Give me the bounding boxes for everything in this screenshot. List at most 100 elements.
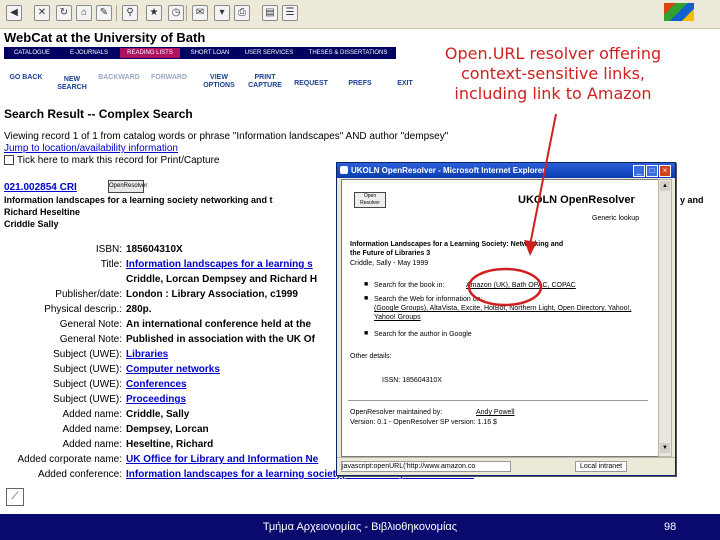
- status-url: javascript:openURL('http://www.amazon.co: [341, 461, 511, 472]
- record-field-label: General Note:: [59, 319, 122, 330]
- webcat-nav-bar: CATALOGUE E-JOURNALS READING LISTS SHORT…: [4, 47, 396, 59]
- discuss-icon[interactable]: ☰: [282, 5, 298, 21]
- record-author-line: Criddle Sally: [4, 219, 59, 229]
- nav-item-short-loan[interactable]: SHORT LOAN: [184, 48, 236, 58]
- close-icon[interactable]: ×: [659, 165, 671, 177]
- new-search-button[interactable]: NEW SEARCH: [52, 76, 92, 92]
- record-field-label: ISBN:: [95, 244, 122, 255]
- record-field-value: Dempsey, Lorcan: [126, 424, 209, 435]
- record-field-label: Physical descrip.:: [44, 304, 122, 315]
- openresolver-popup-window: UKOLN OpenResolver - Microsoft Internet …: [336, 162, 676, 476]
- record-field-value[interactable]: Computer networks: [126, 364, 220, 375]
- callout-line: including link to Amazon: [454, 84, 652, 103]
- edit-icon[interactable]: ✎: [96, 5, 112, 21]
- maintainer-link[interactable]: Andy Powell: [476, 408, 515, 417]
- record-field-label: Subject (UWE):: [53, 379, 122, 390]
- popup-title: UKOLN OpenResolver - Microsoft Internet …: [351, 166, 546, 175]
- prefs-button[interactable]: PREFS: [340, 80, 380, 88]
- bullet-text: Search for the book in:: [374, 282, 445, 289]
- record-title-line: Information landscapes for a learning so…: [4, 195, 273, 205]
- document-icon[interactable]: ▤: [262, 5, 278, 21]
- book-meta: Criddle, Sally - May 1999: [350, 260, 429, 267]
- other-details-label: Other details:: [350, 353, 392, 360]
- callout-line: Open.URL resolver offering: [444, 44, 662, 63]
- stop-icon[interactable]: ✕: [34, 5, 50, 21]
- popup-scrollbar[interactable]: ▲ ▼: [658, 179, 672, 457]
- record-field-value[interactable]: Proceedings: [126, 394, 186, 405]
- nav-item-theses[interactable]: THESES & DISSERTATIONS: [302, 48, 394, 58]
- record-field-value[interactable]: Information landscapes for a learning s: [126, 259, 313, 270]
- go-back-button[interactable]: GO BACK: [6, 74, 46, 82]
- record-field-value[interactable]: Libraries: [126, 349, 168, 360]
- record-field-value[interactable]: UK Office for Library and Information Ne: [126, 454, 318, 465]
- openresolver-button[interactable]: OpenResolver: [108, 180, 147, 193]
- web-search-links[interactable]: (Google Groups), AltaVista, Excite, HotB…: [374, 304, 644, 322]
- windows-logo-icon: [664, 3, 694, 21]
- record-field-value[interactable]: Conferences: [126, 379, 187, 390]
- bullet-text: Search the Web for information on:: [374, 296, 483, 303]
- nav-item-catalogue[interactable]: CATALOGUE: [6, 48, 58, 58]
- resize-icon: ⟋: [6, 488, 24, 506]
- bullet-icon: ■: [364, 295, 369, 302]
- record-title-line-right: y and: [680, 195, 704, 205]
- footer-text: Τμήμα Αρχειονομίας - Βιβλιοθηκονομίας: [262, 521, 458, 533]
- mail-icon[interactable]: ✉: [192, 5, 208, 21]
- record-field-label: Added name:: [62, 409, 123, 420]
- nav-item-user-services[interactable]: USER SERVICES: [240, 48, 298, 58]
- record-field-value: An international conference held at the: [126, 319, 312, 330]
- page-title: WebCat at the University of Bath: [4, 30, 206, 45]
- record-field-label: General Note:: [59, 334, 122, 345]
- nav-item-reading-lists[interactable]: READING LISTS: [120, 48, 180, 58]
- maximize-icon[interactable]: □: [646, 165, 658, 177]
- history-icon[interactable]: ◷: [168, 5, 184, 21]
- record-field-label: Subject (UWE):: [53, 364, 122, 375]
- search-icon[interactable]: ⚲: [122, 5, 138, 21]
- view-options-button[interactable]: VIEW OPTIONS: [196, 74, 242, 90]
- popup-content: Open Resolver UKOLN OpenResolver Generic…: [341, 179, 659, 457]
- print-capture-button[interactable]: PRINT CAPTURE: [244, 74, 286, 90]
- version-text: Version: 0.1 - OpenResolver SP version: …: [350, 419, 497, 426]
- mail-dropdown-icon[interactable]: ▾: [214, 5, 230, 21]
- maintained-by-label: OpenResolver maintained by:: [350, 409, 443, 416]
- refresh-icon[interactable]: ↻: [56, 5, 72, 21]
- backward-button[interactable]: BACKWARD: [96, 74, 142, 82]
- page-number: 98: [664, 521, 677, 533]
- record-id-link[interactable]: 021.002854 CRI: [4, 182, 77, 193]
- bullet-icon: ■: [364, 330, 369, 337]
- scroll-down-icon[interactable]: ▼: [660, 443, 670, 453]
- record-field-label: Added corporate name:: [17, 454, 122, 465]
- generic-lookup-link[interactable]: Generic lookup: [592, 214, 639, 223]
- minimize-icon[interactable]: _: [633, 165, 645, 177]
- bullet-icon: ■: [364, 281, 369, 288]
- favorites-icon[interactable]: ★: [146, 5, 162, 21]
- record-field-label: Subject (UWE):: [53, 394, 122, 405]
- forward-button[interactable]: FORWARD: [146, 74, 192, 82]
- callout-line: context-sensitive links,: [460, 64, 645, 83]
- request-button[interactable]: REQUEST: [288, 80, 334, 88]
- print-icon[interactable]: ⎙: [234, 5, 250, 21]
- divider: [348, 400, 648, 401]
- home-icon[interactable]: ⌂: [76, 5, 92, 21]
- browser-toolbar: ◀ ✕ ↻ ⌂ ✎ ⚲ ★ ◷ ✉ ▾ ⎙ ▤ ☰: [0, 0, 720, 29]
- record-field-value: Criddle, Sally: [126, 409, 190, 420]
- status-zone: Local intranet: [575, 461, 628, 472]
- search-result-heading: Search Result -- Complex Search: [4, 107, 193, 121]
- open-resolver-button[interactable]: Open Resolver: [354, 192, 386, 208]
- scroll-up-icon[interactable]: ▲: [660, 181, 670, 191]
- mark-record-checkbox[interactable]: [4, 155, 14, 166]
- book-title-line: Information Landscapes for a Learning So…: [350, 241, 564, 248]
- toolbar-separator: [116, 5, 117, 21]
- toolbar-separator: [186, 5, 187, 21]
- slide-footer: Τμήμα Αρχειονομίας - Βιβλιοθηκονομίας 98: [0, 514, 720, 540]
- book-title-line: the Future of Libraries 3: [350, 250, 431, 257]
- record-field-label: Added conference:: [38, 469, 122, 480]
- popup-titlebar[interactable]: UKOLN OpenResolver - Microsoft Internet …: [337, 163, 675, 178]
- back-icon[interactable]: ◀: [6, 5, 22, 21]
- record-field-label: Added name:: [62, 424, 123, 435]
- amazon-link[interactable]: Amazon (UK), Bath OPAC, COPAC: [466, 281, 576, 290]
- bullet-text: Search for the author in Google: [374, 331, 472, 338]
- jump-to-location-link[interactable]: Jump to location/availability informatio…: [4, 143, 178, 154]
- mark-record-row: Tick here to mark this record for Print/…: [4, 155, 219, 166]
- nav-item-ejournals[interactable]: E-JOURNALS: [62, 48, 116, 58]
- record-field-value: 185604310X: [126, 244, 183, 255]
